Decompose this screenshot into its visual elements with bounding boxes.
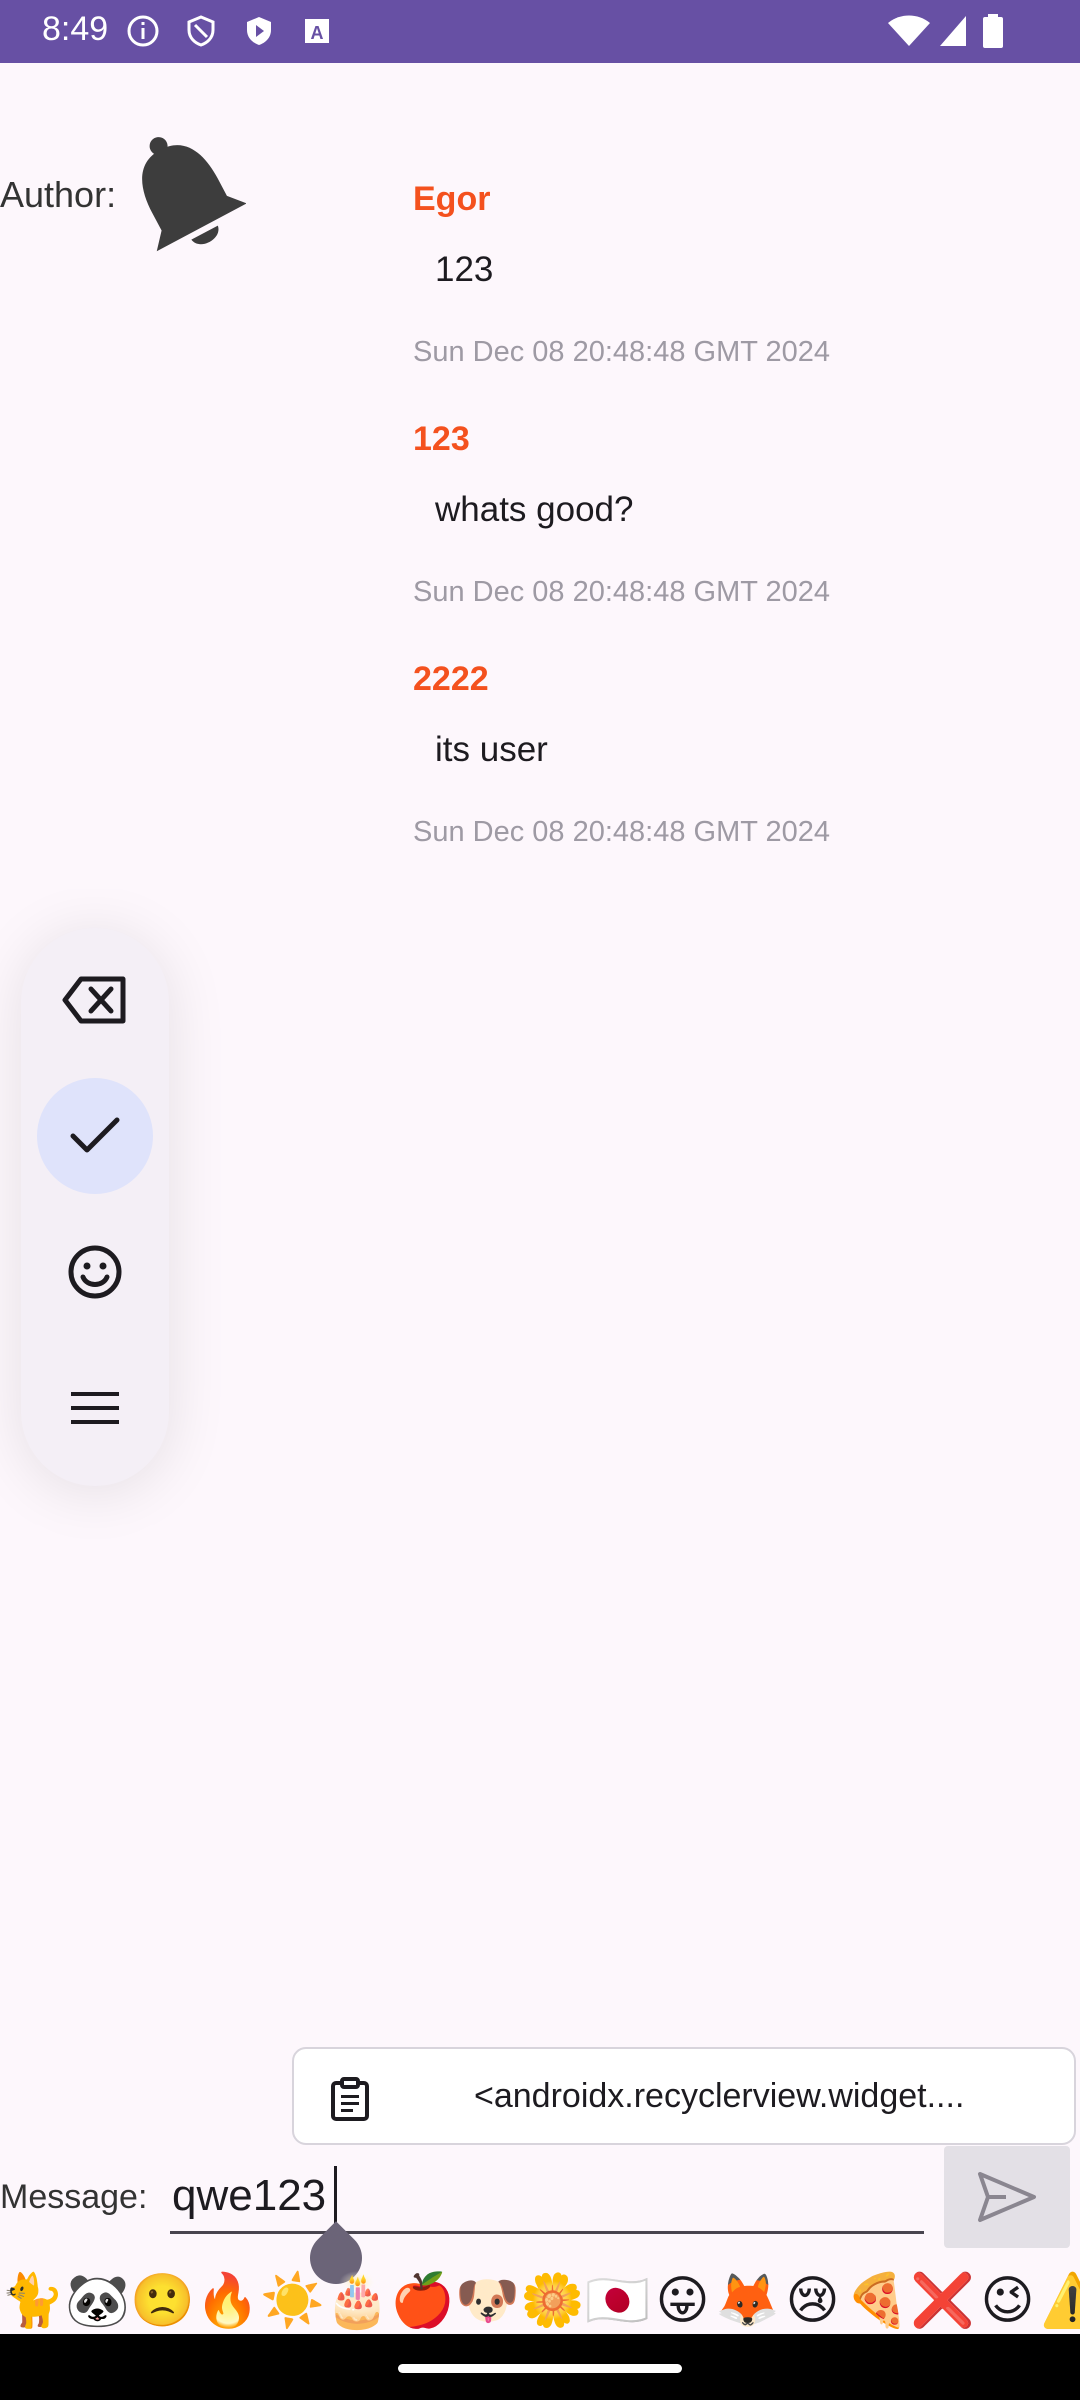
message-text: its user	[435, 730, 548, 769]
clipboard-text: <androidx.recyclerview.widget....	[474, 2077, 965, 2115]
message-author: Egor	[413, 180, 491, 218]
send-button[interactable]	[944, 2146, 1070, 2248]
battery-icon	[983, 14, 1003, 48]
message-timestamp: Sun Dec 08 20:48:48 GMT 2024	[413, 576, 831, 608]
play-store-icon	[247, 17, 271, 45]
message-item: 2222 its user Sun Dec 08 20:48:48 GMT 20…	[413, 660, 1053, 850]
status-bar: 8:49 A	[0, 0, 1080, 63]
emoji-button[interactable]	[37, 1214, 153, 1330]
emoji-key[interactable]: 🦊	[715, 2268, 780, 2334]
emoji-key[interactable]: 🙁	[130, 2268, 195, 2334]
emoji-key[interactable]: ⚠️	[1040, 2268, 1080, 2334]
emoji-key[interactable]: ☀️	[260, 2268, 325, 2334]
backspace-button[interactable]	[37, 942, 153, 1058]
emoji-key[interactable]: 🐼	[65, 2268, 130, 2334]
shield-icon	[187, 15, 215, 47]
emoji-key[interactable]: 😛	[650, 2268, 715, 2334]
message-label: Message:	[0, 2178, 148, 2216]
wifi-icon	[888, 15, 930, 46]
emoji-key[interactable]: 🌼	[520, 2268, 585, 2334]
message-author: 123	[413, 420, 470, 458]
svg-text:A: A	[311, 23, 324, 43]
emoji-key[interactable]: 😢	[780, 2268, 845, 2334]
emoji-icon	[68, 1245, 122, 1299]
emoji-key[interactable]: 🍕	[845, 2268, 910, 2334]
message-text: 123	[435, 250, 494, 289]
emoji-key[interactable]: 🍎	[390, 2268, 455, 2334]
message-text: whats good?	[435, 490, 634, 529]
emoji-key[interactable]: ❌	[910, 2268, 975, 2334]
message-item: Egor 123 Sun Dec 08 20:48:48 GMT 2024	[413, 180, 1053, 370]
clipboard-icon	[331, 2077, 369, 2121]
text-cursor	[334, 2166, 337, 2224]
emoji-key[interactable]: 🐈	[0, 2268, 65, 2334]
author-label: Author:	[0, 174, 117, 215]
done-button[interactable]	[37, 1078, 153, 1194]
emoji-key[interactable]: 🇯🇵	[585, 2268, 650, 2334]
clipboard-suggestion[interactable]: <androidx.recyclerview.widget....	[292, 2047, 1076, 2145]
check-icon	[70, 1117, 120, 1153]
info-icon	[127, 15, 159, 47]
emoji-key[interactable]: 😉	[975, 2268, 1040, 2334]
emoji-bar: 🐈🐼🙁🔥☀️🎂🍎🐶🌼🇯🇵 😛 🦊 😢 🍕❌ 😉 ⚠️	[0, 2268, 1080, 2334]
send-icon	[978, 2172, 1036, 2222]
emoji-key[interactable]: 🔥	[195, 2268, 260, 2334]
signal-icon	[940, 16, 966, 46]
emoji-key[interactable]: 🎂	[325, 2268, 390, 2334]
a-font-icon: A	[305, 19, 329, 43]
bell-icon[interactable]	[120, 124, 246, 260]
message-author: 2222	[413, 660, 489, 698]
home-gesture-handle[interactable]	[398, 2364, 682, 2373]
floating-toolbar	[21, 928, 169, 1486]
message-timestamp: Sun Dec 08 20:48:48 GMT 2024	[413, 336, 831, 368]
message-item: 123 whats good? Sun Dec 08 20:48:48 GMT …	[413, 420, 1053, 610]
status-time: 8:49	[42, 10, 109, 48]
emoji-key[interactable]: 🐶	[455, 2268, 520, 2334]
message-timestamp: Sun Dec 08 20:48:48 GMT 2024	[413, 816, 831, 848]
message-input[interactable]	[170, 2160, 924, 2234]
menu-button[interactable]	[37, 1350, 153, 1466]
backspace-icon	[62, 976, 126, 1024]
menu-icon	[71, 1392, 119, 1424]
